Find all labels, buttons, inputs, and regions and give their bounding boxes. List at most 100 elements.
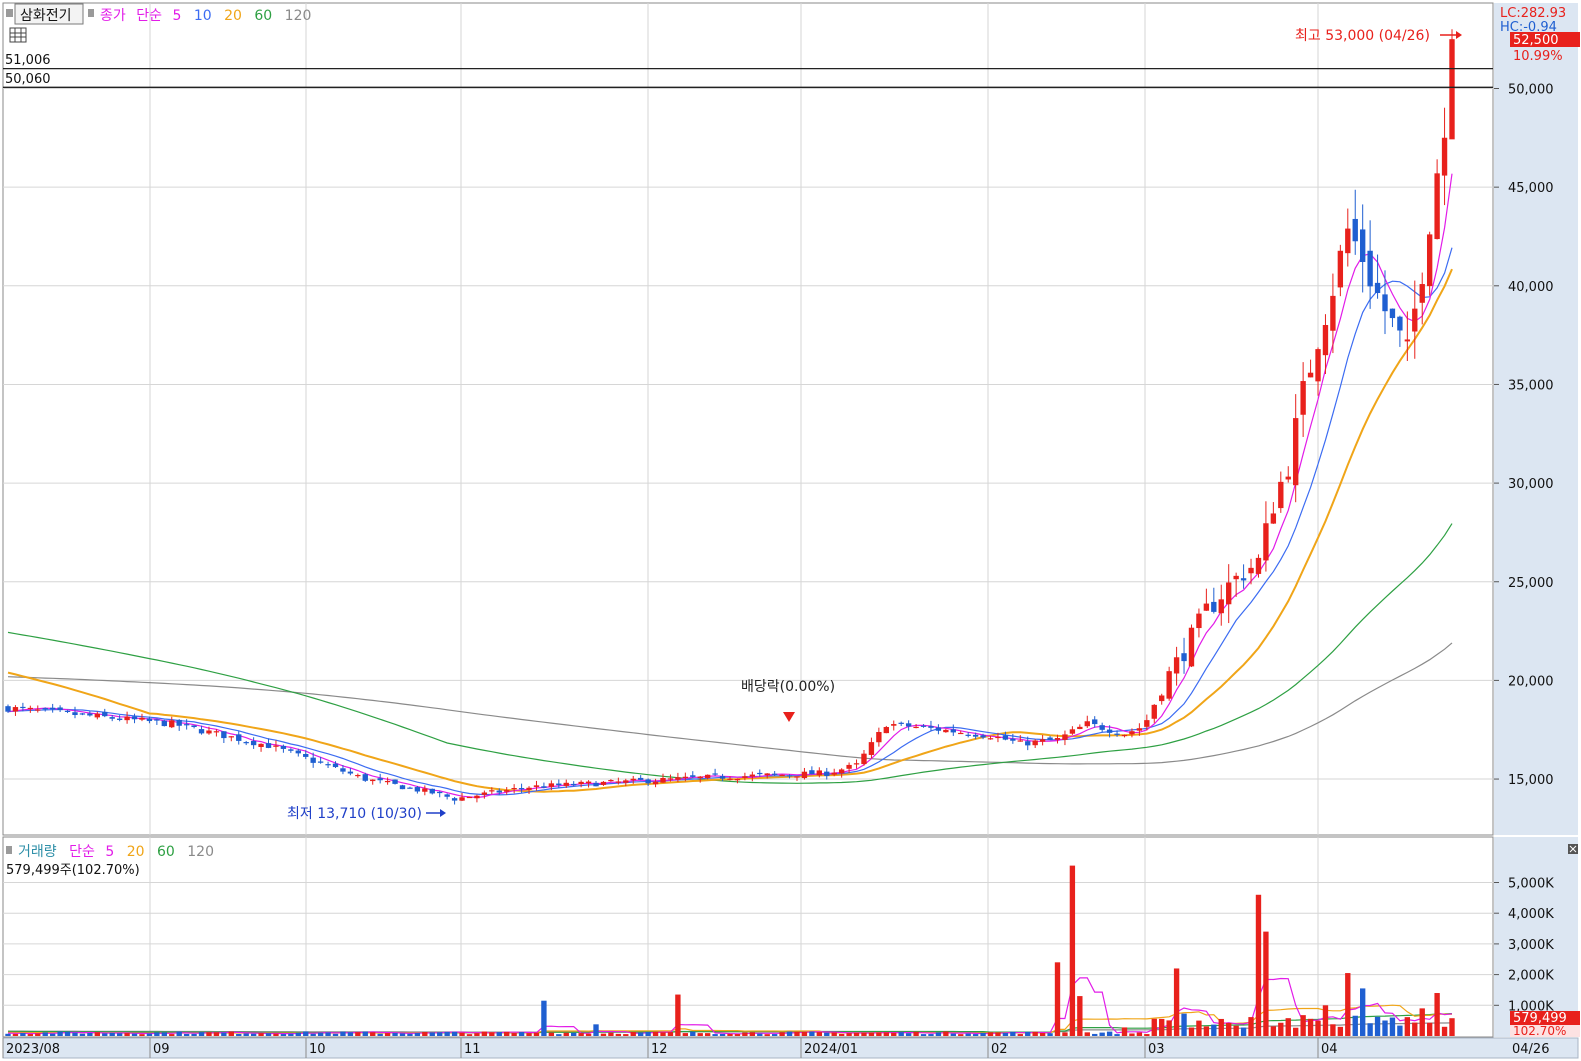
candle-body [861,753,867,765]
volume-bar [1404,1017,1411,1036]
volume-bar [838,1033,845,1036]
volume-bar [87,1032,93,1036]
candle-body [824,771,830,776]
candle-body [905,723,912,727]
volume-bar [771,1034,778,1036]
candle-body [719,776,726,779]
volume-bar [1226,1022,1232,1036]
x-tick-label: 09 [153,1042,170,1057]
legend-toggle-icon[interactable] [6,9,13,17]
volume-bar [94,1032,100,1036]
candle-body [451,798,458,801]
candle-body [883,727,889,734]
volume-bar [206,1032,212,1036]
volume-tick-label: 2,000K [1508,969,1554,984]
volume-bar [1412,1022,1418,1036]
candle-body [1077,726,1083,730]
volume-bar [1248,1017,1254,1036]
candle-body [1255,557,1262,574]
volume-bar [764,1034,770,1036]
volume-bar [35,1033,41,1036]
volume-bar [980,1032,986,1036]
candle-body [392,779,398,784]
volume-bar [273,1033,279,1036]
candle-body [1352,218,1358,242]
low-arrow-icon [426,809,446,817]
volume-bar [690,1031,696,1036]
volume-bar [905,1033,912,1036]
x-tick-label: 10 [309,1042,326,1057]
volume-bar [131,1033,138,1036]
volume-bar [913,1031,919,1036]
level-label-upper: 51,006 [5,53,51,68]
candle-body [362,774,368,781]
volume-bar [1240,1027,1247,1036]
candle-body [384,780,391,783]
current-ratio: 102.70% [1513,1024,1566,1038]
candle-body [332,763,339,768]
volume-bar [1374,1016,1381,1036]
volume-bar [377,1033,383,1036]
volume-bar [72,1032,78,1036]
price-panel-frame [2,2,1494,836]
volume-bar [950,1033,956,1036]
volume-bar [608,1032,614,1036]
volume-bar [600,1033,607,1036]
candle-body [1270,513,1277,524]
price-legend-ma10: 10 [194,8,212,24]
volume-bar [1345,973,1351,1036]
price-legend: 종가 단순 5 10 20 60 120 [100,8,311,24]
candle-body [481,792,488,795]
candle-body [288,749,294,751]
candle-body [1248,567,1254,574]
price-legend-method: 단순 [136,8,162,24]
candle-body [27,707,34,710]
volume-bar [571,1032,577,1036]
volume-bar [660,1032,666,1036]
volume-bar [1211,1024,1217,1036]
candle-body [183,724,190,726]
candle-body [682,776,689,778]
close-panel-icon[interactable] [1568,844,1578,854]
candle-body [1374,282,1381,294]
volume-legend-method: 단순 [69,844,95,860]
candle-body [667,778,674,780]
volume-bar [623,1034,629,1036]
candle-body [347,771,354,774]
volume-bar [154,1032,160,1036]
candle-body [876,732,882,743]
volume-bar [1106,1031,1113,1036]
candle-body [1337,250,1344,288]
candle-body [1300,381,1306,415]
volume-bar [809,1031,815,1036]
volume-bar [898,1032,904,1036]
volume-bar [288,1033,294,1036]
candle-body [771,773,778,775]
volume-bar [1278,1022,1284,1036]
ma120-line [7,642,1453,765]
volume-bar [563,1032,569,1036]
candle-body [399,785,406,790]
price-tick-label: 50,000 [1508,83,1554,98]
stock-chart[interactable]: 15,000 20,000 25,000 30,000 35,000 40,000 45,0… [0,0,1581,1061]
volume-bar [958,1034,964,1036]
candle-body [20,706,26,709]
candle-body [414,787,421,792]
volume-bar [258,1033,264,1036]
volume-bar [1307,1018,1314,1036]
volume-bar [965,1033,971,1036]
table-view-icon[interactable] [9,27,27,43]
volume-bar [1032,1031,1038,1036]
volume-bar [1039,1032,1046,1036]
candle-body [377,778,383,781]
volume-bar [861,1032,867,1036]
candle-body [556,783,562,786]
volume-bar [831,1032,837,1036]
candle-body [466,796,473,799]
candle-body [608,779,614,782]
candle-body [1114,733,1120,735]
volume-bar [422,1031,428,1036]
volume-bar [935,1032,942,1036]
candle-body [965,734,971,736]
candle-body [1345,228,1351,254]
